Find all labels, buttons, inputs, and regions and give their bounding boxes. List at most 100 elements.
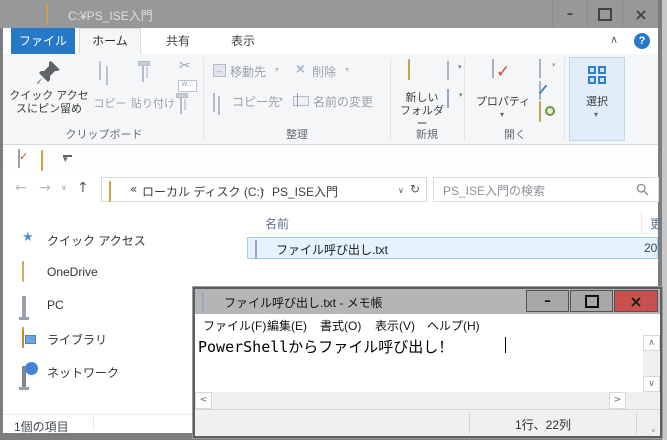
menu-help[interactable]: ヘルプ(H) xyxy=(427,317,480,334)
easy-access-button[interactable]: ▾ xyxy=(447,89,463,108)
new-folder-label-line1: 新しい xyxy=(405,92,439,104)
address-bar[interactable]: « ローカル ディスク (C:) › PS_ISE入門 ∨ ↻ xyxy=(101,177,427,202)
status-panel-separator xyxy=(636,412,637,434)
file-name: ファイル呼び出し.txt xyxy=(276,243,389,257)
notepad-maximize-button[interactable] xyxy=(570,290,613,312)
file-row[interactable]: ファイル呼び出し.txt 20 xyxy=(247,237,658,259)
search-box[interactable] xyxy=(433,177,659,203)
pushpin-icon xyxy=(37,61,60,84)
scroll-up-arrow[interactable]: ∧ xyxy=(643,335,660,351)
properties-check-icon: ✓ xyxy=(496,62,511,82)
pin-label-line2: スにピン留め xyxy=(16,103,82,115)
vertical-scrollbar[interactable]: ∧ ∨ xyxy=(643,335,660,392)
menu-view[interactable]: 表示(V) xyxy=(375,317,415,334)
copy-to-button[interactable]: コピー先 ▾ xyxy=(213,92,289,115)
sidebar-item-libraries[interactable]: ライブラリ xyxy=(22,329,222,348)
group-label-organize: 整理 xyxy=(286,129,308,141)
notepad-text-area[interactable]: PowerShellからファイル呼び出し！ xyxy=(195,335,643,392)
copy-path-icon[interactable]: W… xyxy=(178,80,197,92)
ribbon-collapse-icon[interactable]: ∧ xyxy=(610,33,618,46)
rename-icon-caret xyxy=(297,93,298,107)
notepad-titlebar[interactable]: ファイル呼び出し.txt - メモ帳 – × xyxy=(195,289,660,314)
breadcrumb-root[interactable]: ローカル ディスク (C:) xyxy=(142,183,264,200)
group-separator xyxy=(203,58,204,140)
notepad-minimize-button[interactable]: – xyxy=(526,290,569,312)
explorer-titlebar-folder-icon xyxy=(46,6,48,25)
explorer-titlebar[interactable]: C:¥PS_ISE入門 – × xyxy=(0,0,658,28)
menu-file[interactable]: ファイル(F) xyxy=(203,317,266,334)
ribbon-tab-row: ファイル ホーム 共有 表示 ∧ ? xyxy=(3,28,658,54)
breadcrumb-current[interactable]: PS_ISE入門 xyxy=(272,183,338,200)
refresh-icon[interactable]: ↻ xyxy=(410,182,420,196)
tab-file[interactable]: ファイル xyxy=(11,28,75,54)
dropdown-icon: ▾ xyxy=(279,95,284,104)
move-to-button[interactable]: ← 移動先 ▾ xyxy=(213,62,289,80)
libraries-icon-front xyxy=(25,335,36,344)
delete-label: 削除 xyxy=(312,65,337,79)
group-separator xyxy=(390,58,391,140)
pin-to-quick-access-button[interactable]: クイック アクセ スにピン留め xyxy=(9,58,89,136)
paste-icon xyxy=(142,63,148,82)
resize-grip[interactable] xyxy=(653,430,654,431)
delete-button[interactable]: × 削除 ▾ xyxy=(295,62,375,80)
recent-locations-dropdown[interactable]: ∨ xyxy=(61,183,67,192)
paste-shortcut-icon[interactable] xyxy=(180,95,186,114)
back-button[interactable]: ← xyxy=(15,180,27,196)
qat-new-folder-icon[interactable] xyxy=(41,152,43,171)
explorer-maximize-button[interactable] xyxy=(587,0,622,28)
up-button[interactable]: ↑ xyxy=(77,180,89,196)
sidebar-item-network[interactable]: ネットワーク xyxy=(22,362,222,387)
scroll-right-arrow[interactable]: > xyxy=(609,392,626,409)
notepad-app-icon xyxy=(202,292,204,311)
maximize-icon xyxy=(598,7,612,21)
search-input[interactable] xyxy=(441,178,635,203)
dropdown-icon: ▾ xyxy=(275,65,280,74)
dropdown-icon: ▾ xyxy=(459,91,463,99)
dropdown-icon: ▾ xyxy=(458,63,462,71)
network-monitor-icon xyxy=(22,366,26,387)
menu-format[interactable]: 書式(O) xyxy=(320,317,361,334)
explorer-close-button[interactable]: × xyxy=(622,0,659,28)
paste-button[interactable]: 貼り付け xyxy=(131,58,175,136)
history-button[interactable] xyxy=(539,102,557,122)
rename-button[interactable]: 名前の変更 xyxy=(293,92,383,110)
copy-button[interactable]: コピー xyxy=(91,58,129,136)
breadcrumb-guillemet[interactable]: « xyxy=(130,182,137,196)
scroll-left-arrow[interactable]: < xyxy=(195,392,212,409)
sidebar-item-pc[interactable]: PC xyxy=(22,296,222,317)
notepad-close-button[interactable]: × xyxy=(614,290,658,312)
help-button[interactable]: ? xyxy=(634,33,650,49)
sidebar-label-pc: PC xyxy=(47,298,64,312)
filelist-header: 名前 更 xyxy=(244,212,662,234)
quick-access-star-icon: ★ xyxy=(22,230,34,245)
close-icon: × xyxy=(634,4,648,24)
new-item-button[interactable]: ▾ xyxy=(447,61,463,80)
new-item-icon xyxy=(447,61,449,80)
copy-to-icon xyxy=(213,93,215,112)
tab-share[interactable]: 共有 xyxy=(149,28,207,54)
horizontal-scrollbar[interactable]: < > xyxy=(195,392,643,409)
menu-edit[interactable]: 編集(E) xyxy=(267,317,307,334)
select-button[interactable]: 選択 ▾ xyxy=(569,57,625,141)
help-icon: ? xyxy=(638,35,646,47)
address-dropdown-icon[interactable]: ∨ xyxy=(398,186,404,195)
edit-button[interactable] xyxy=(538,81,555,100)
properties-icon xyxy=(492,59,494,78)
sidebar-item-onedrive[interactable]: OneDrive xyxy=(22,263,222,282)
text-cursor xyxy=(505,337,506,353)
onedrive-icon xyxy=(22,263,24,282)
rename-label: 名前の変更 xyxy=(313,95,374,109)
qat-customize-dropdown-icon[interactable]: ▾ xyxy=(63,155,68,165)
cut-icon[interactable]: ✂ xyxy=(179,58,191,74)
tab-view[interactable]: 表示 xyxy=(214,28,272,54)
column-header-modified[interactable]: 更 xyxy=(650,215,662,232)
tab-home[interactable]: ホーム xyxy=(79,28,141,54)
sidebar-item-quick-access[interactable]: ★ クイック アクセス xyxy=(22,230,222,248)
forward-button[interactable]: → xyxy=(39,180,51,196)
open-button[interactable]: ▾ xyxy=(539,59,559,78)
column-header-name[interactable]: 名前 xyxy=(265,215,289,232)
scroll-down-arrow[interactable]: ∨ xyxy=(643,376,660,392)
scrollbar-corner xyxy=(626,392,660,409)
explorer-minimize-button[interactable]: – xyxy=(552,0,587,28)
column-divider[interactable] xyxy=(641,212,642,234)
